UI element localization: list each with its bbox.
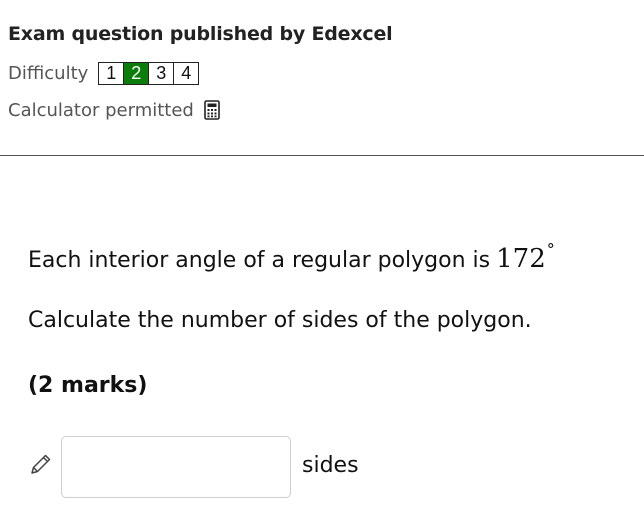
answer-input[interactable]	[61, 436, 291, 498]
calculator-label: Calculator permitted	[8, 99, 194, 121]
question-prompt: Each interior angle of a regular polygon…	[28, 248, 491, 273]
answer-unit-label: sides	[302, 453, 359, 478]
difficulty-level-3: 3	[148, 62, 173, 84]
answer-row: sides	[28, 436, 628, 500]
difficulty-scale: 1 2 3 4	[98, 61, 200, 85]
difficulty-level-1: 1	[106, 62, 117, 83]
pencil-icon	[28, 451, 54, 477]
difficulty-row: Difficulty 1 2 3 4	[8, 59, 638, 87]
degree-symbol: °	[546, 240, 555, 259]
calculator-row: Calculator permitted	[8, 96, 638, 124]
angle-value: 172°	[496, 240, 555, 274]
exam-source-title: Exam question published by Edexcel	[8, 23, 393, 45]
question-text: Each interior angle of a regular polygon…	[28, 232, 555, 279]
difficulty-level-4: 4	[173, 62, 198, 84]
question-header: Exam question published by Edexcel Diffi…	[8, 20, 638, 124]
marks-label: (2 marks)	[28, 373, 148, 398]
calculator-icon	[204, 100, 220, 120]
question-instruction: Calculate the number of sides of the pol…	[28, 308, 532, 333]
header-divider	[0, 155, 644, 156]
difficulty-level-2: 2	[123, 62, 149, 84]
difficulty-label: Difficulty	[8, 62, 89, 84]
